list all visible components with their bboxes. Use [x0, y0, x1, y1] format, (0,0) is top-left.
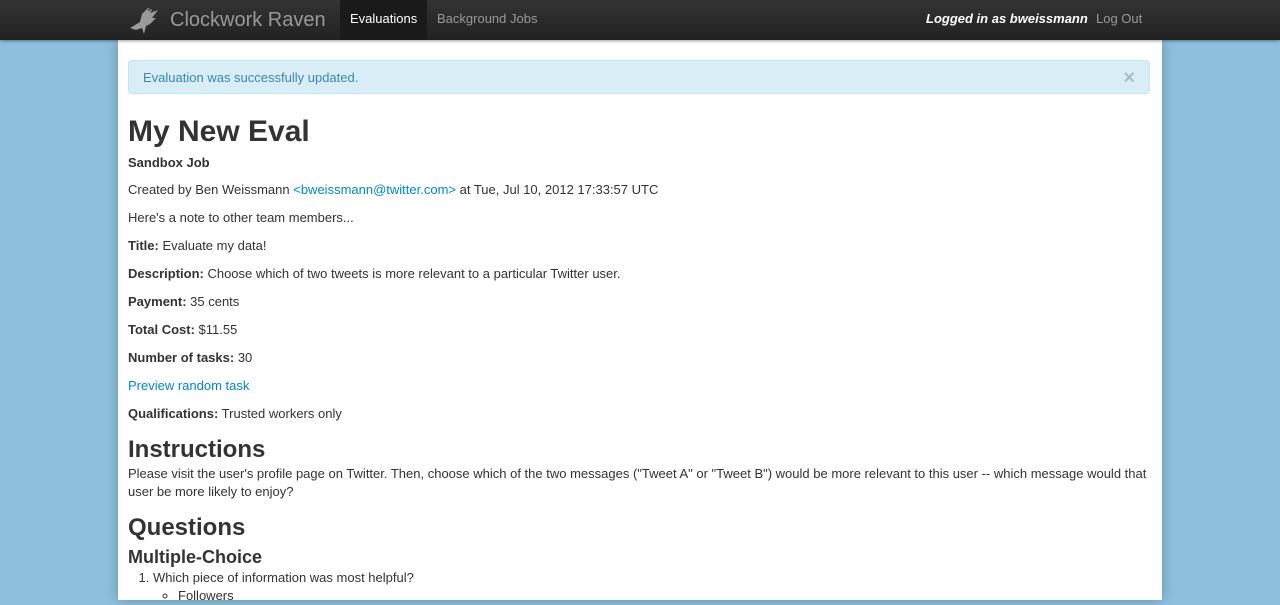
preview-field: Preview random task — [128, 377, 1152, 395]
page-title: My New Eval — [128, 115, 310, 148]
total-cost-label: Total Cost: — [128, 322, 195, 337]
creator-email-link[interactable]: <bweissmann@twitter.com> — [293, 182, 456, 197]
navbar: Clockwork Raven Evaluations Background J… — [0, 0, 1280, 40]
option-list: Followers — [153, 587, 1152, 605]
tasks-field: Number of tasks: 30 — [128, 349, 1152, 367]
tab-evaluations[interactable]: Evaluations — [340, 0, 428, 40]
created-by: Created by Ben Weissmann <bweissmann@twi… — [128, 181, 1152, 199]
close-icon[interactable]: × — [1123, 61, 1135, 95]
qualifications-field: Qualifications: Trusted workers only — [128, 405, 1152, 423]
logged-in-label: Logged in as bweissmann — [926, 11, 1088, 26]
title-value: Evaluate my data! — [158, 238, 267, 253]
payment-value: 35 cents — [186, 294, 240, 309]
description-field: Description: Choose which of two tweets … — [128, 265, 1152, 283]
description-value: Choose which of two tweets is more relev… — [203, 266, 621, 281]
preview-random-task-link[interactable]: Preview random task — [128, 378, 249, 393]
title-field: Title: Evaluate my data! — [128, 237, 1152, 255]
questions-heading: Questions — [128, 514, 246, 541]
raven-logo-icon — [130, 8, 158, 34]
qualifications-value: Trusted workers only — [218, 406, 342, 421]
tab-background-jobs[interactable]: Background Jobs — [427, 0, 547, 40]
multiple-choice-heading: Multiple-Choice — [128, 547, 262, 567]
instructions-heading: Instructions — [128, 436, 266, 463]
main-container: Evaluation was successfully updated. × M… — [118, 40, 1162, 603]
tasks-value: 30 — [234, 350, 253, 365]
option-item: Followers — [178, 587, 1152, 605]
title-label: Title: — [128, 238, 159, 253]
tasks-label: Number of tasks: — [128, 350, 235, 365]
qualifications-label: Qualifications: — [128, 406, 219, 421]
payment-field: Payment: 35 cents — [128, 293, 1152, 311]
created-suffix: at Tue, Jul 10, 2012 17:33:57 UTC — [456, 182, 659, 197]
total-cost-value: $11.55 — [194, 322, 238, 337]
instructions-text: Please visit the user's profile page on … — [128, 466, 1147, 499]
total-cost-field: Total Cost: $11.55 — [128, 321, 1152, 339]
brand-name: Clockwork Raven — [170, 8, 326, 31]
brand[interactable]: Clockwork Raven — [128, 0, 326, 40]
payment-label: Payment: — [128, 294, 187, 309]
alert-message: Evaluation was successfully updated. — [143, 70, 359, 85]
evaluation-content: My New Eval Sandbox Job Created by Ben W… — [128, 110, 1152, 605]
question-text: Which piece of information was most help… — [153, 570, 414, 585]
success-alert: Evaluation was successfully updated. × — [128, 60, 1150, 94]
description-label: Description: — [128, 266, 204, 281]
job-type: Sandbox Job — [128, 155, 210, 170]
logout-link[interactable]: Log Out — [1086, 0, 1152, 40]
team-note: Here's a note to other team members... — [128, 210, 354, 225]
created-prefix: Created by Ben Weissmann — [128, 182, 294, 197]
